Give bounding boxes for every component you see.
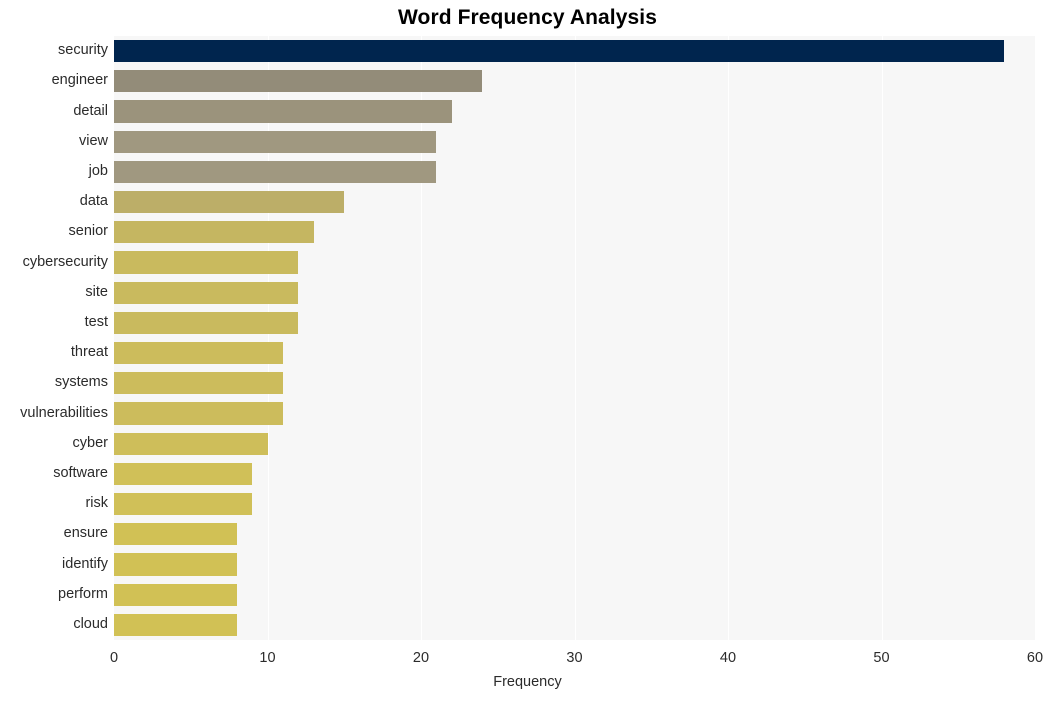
bar-row[interactable]: [114, 281, 1035, 304]
bar-row[interactable]: [114, 251, 1035, 274]
bar-identify[interactable]: [114, 553, 237, 576]
bar-site[interactable]: [114, 281, 299, 304]
y-tick-label-systems: systems: [54, 374, 108, 391]
y-tick-label-ensure: ensure: [63, 525, 108, 542]
bar-security[interactable]: [114, 39, 1005, 63]
y-tick-label-detail: detail: [73, 102, 108, 119]
bar-risk[interactable]: [114, 492, 253, 516]
y-tick-label-cyber: cyber: [72, 434, 108, 451]
bar-row[interactable]: [114, 130, 1035, 153]
x-tick-label-30: 30: [566, 650, 583, 666]
bar-software[interactable]: [114, 462, 253, 486]
bar-row[interactable]: [114, 160, 1035, 184]
y-tick-label-identify: identify: [62, 555, 108, 572]
bar-data[interactable]: [114, 190, 345, 214]
bar-row[interactable]: [114, 39, 1035, 63]
y-tick-label-vulnerabilities: vulnerabilities: [20, 404, 108, 421]
y-tick-label-cybersecurity: cybersecurity: [22, 253, 108, 270]
bar-threat[interactable]: [114, 341, 283, 365]
x-tick-label-40: 40: [719, 650, 737, 666]
y-tick-label-job: job: [88, 162, 108, 179]
x-tick-label-0: 0: [109, 650, 119, 666]
bar-senior[interactable]: [114, 221, 314, 244]
bar-row[interactable]: [114, 341, 1035, 365]
word-frequency-chart: Word Frequency Analysis security engineer…: [0, 0, 1055, 701]
plot-area: [114, 36, 1036, 640]
y-tick-label-risk: risk: [85, 495, 108, 512]
y-tick-label-view: view: [78, 132, 108, 149]
y-tick-label-security: security: [58, 42, 108, 59]
y-axis-tick-labels: security engineer detail view job data senior c…: [0, 36, 108, 640]
y-tick-label-perform: perform: [58, 585, 108, 602]
y-tick-label-senior: senior: [68, 223, 109, 240]
bar-cloud[interactable]: [114, 613, 237, 637]
x-axis-tick-labels: 0 10 20 30 40 50 60: [0, 650, 1055, 672]
bar-row[interactable]: [114, 372, 1035, 395]
bar-test[interactable]: [114, 311, 299, 335]
bar-row[interactable]: [114, 583, 1035, 606]
x-tick-label-10: 10: [259, 650, 276, 666]
y-tick-label-test: test: [84, 313, 108, 330]
bar-job[interactable]: [114, 160, 437, 184]
bar-systems[interactable]: [114, 372, 283, 395]
x-tick-label-50: 50: [873, 650, 890, 666]
gridline: [1035, 36, 1036, 640]
bar-engineer[interactable]: [114, 70, 483, 93]
bar-cyber[interactable]: [114, 432, 268, 455]
bar-cybersecurity[interactable]: [114, 251, 299, 274]
bar-row[interactable]: [114, 462, 1035, 486]
bar-vulnerabilities[interactable]: [114, 402, 283, 425]
bar-row[interactable]: [114, 311, 1035, 335]
x-tick-label-20: 20: [412, 650, 430, 666]
bar-ensure[interactable]: [114, 523, 237, 546]
y-tick-label-threat: threat: [70, 344, 108, 361]
bar-view[interactable]: [114, 130, 437, 153]
x-tick-label-60: 60: [1026, 650, 1044, 666]
y-tick-label-software: software: [53, 464, 108, 481]
bar-row[interactable]: [114, 492, 1035, 516]
bar-perform[interactable]: [114, 583, 237, 606]
bars-layer: [114, 36, 1035, 640]
bar-row[interactable]: [114, 402, 1035, 425]
y-tick-label-engineer: engineer: [51, 72, 108, 89]
x-axis-title: Frequency: [493, 674, 562, 690]
bar-row[interactable]: [114, 221, 1035, 244]
bar-row[interactable]: [114, 432, 1035, 455]
bar-row[interactable]: [114, 70, 1035, 93]
chart-title: Word Frequency Analysis: [397, 6, 658, 29]
bar-row[interactable]: [114, 613, 1035, 637]
bar-row[interactable]: [114, 100, 1035, 123]
y-tick-label-site: site: [85, 283, 108, 300]
bar-row[interactable]: [114, 553, 1035, 576]
bar-row[interactable]: [114, 523, 1035, 546]
y-tick-label-cloud: cloud: [73, 615, 108, 632]
bar-row[interactable]: [114, 190, 1035, 214]
bar-detail[interactable]: [114, 100, 452, 123]
y-tick-label-data: data: [79, 193, 108, 210]
